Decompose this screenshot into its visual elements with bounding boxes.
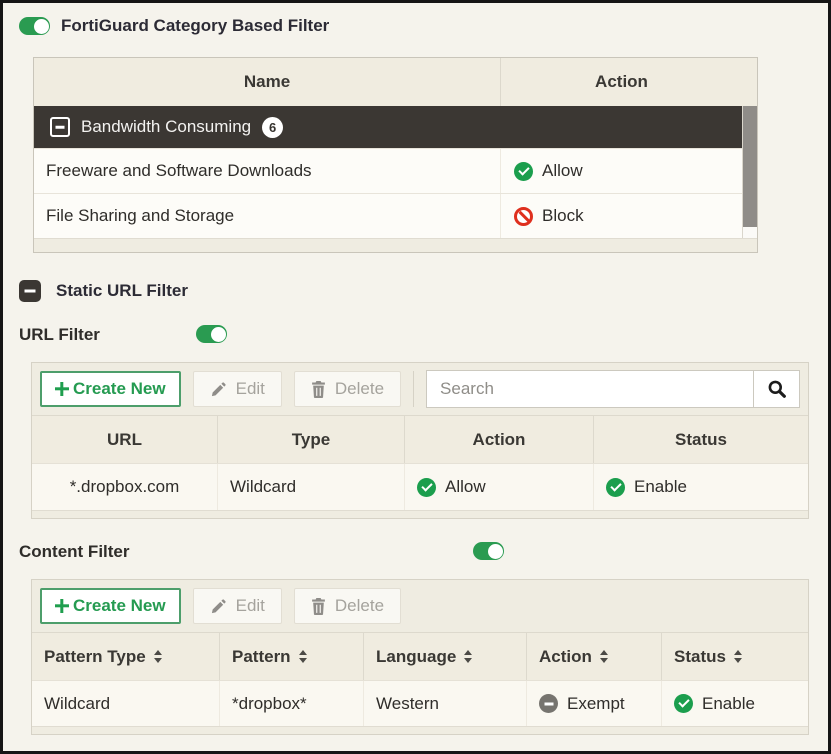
webfilter-profile-page: FortiGuard Category Based Filter Name Ac…: [0, 0, 831, 754]
url-cell: *.dropbox.com: [32, 464, 218, 510]
search-button[interactable]: [753, 371, 799, 407]
fortiguard-section-header: FortiGuard Category Based Filter: [19, 16, 828, 36]
content-table-header: Pattern Type Pattern Language Action Sta…: [32, 632, 808, 680]
delete-button[interactable]: Delete: [294, 371, 401, 407]
sort-icon[interactable]: [600, 650, 608, 663]
create-new-label: Create New: [73, 596, 166, 616]
pattern-cell: *dropbox*: [220, 681, 364, 726]
search-icon: [767, 379, 787, 399]
pencil-icon: [210, 598, 227, 615]
category-name: File Sharing and Storage: [34, 194, 501, 238]
scrollbar-thumb[interactable]: [743, 106, 757, 227]
column-header-pattern[interactable]: Pattern: [220, 633, 364, 680]
category-table: Name Action Bandwidth Consuming 6 Freewa…: [33, 57, 758, 253]
delete-label: Delete: [335, 596, 384, 616]
category-group-row[interactable]: Bandwidth Consuming 6: [34, 106, 742, 148]
edit-label: Edit: [236, 596, 265, 616]
allow-icon: [417, 478, 436, 497]
collapse-group-icon[interactable]: [50, 117, 70, 137]
content-filter-panel: Create New Edit Delete Pattern Type Patt…: [31, 579, 809, 735]
status-cell: Enable: [702, 694, 755, 714]
table-footer-strip: [32, 510, 808, 518]
action-cell: Exempt: [567, 694, 625, 714]
category-table-header: Name Action: [34, 58, 757, 106]
allow-icon: [514, 162, 533, 181]
action-cell: Allow: [445, 477, 486, 497]
column-header-status: Status: [594, 416, 808, 463]
block-icon: [514, 207, 533, 226]
fortiguard-toggle[interactable]: [19, 17, 50, 35]
trash-icon: [311, 598, 326, 615]
category-action: Allow: [542, 161, 583, 181]
category-action: Block: [542, 206, 584, 226]
column-header-status[interactable]: Status: [662, 633, 808, 680]
url-filter-toolbar: Create New Edit Delete: [32, 363, 808, 415]
column-header-url: URL: [32, 416, 218, 463]
edit-button[interactable]: Edit: [193, 371, 282, 407]
url-filter-label: URL Filter: [19, 325, 100, 344]
category-name: Freeware and Software Downloads: [34, 149, 501, 193]
content-filter-row: Content Filter: [19, 542, 828, 562]
column-header-type: Type: [218, 416, 405, 463]
plus-icon: [55, 382, 69, 396]
column-header-action[interactable]: Action: [527, 633, 662, 680]
column-header-action: Action: [501, 58, 742, 106]
column-header-action: Action: [405, 416, 594, 463]
sort-icon[interactable]: [734, 650, 742, 663]
edit-button[interactable]: Edit: [193, 588, 282, 624]
url-filter-table: URL Type Action Status *.dropbox.com Wil…: [32, 415, 808, 518]
enable-icon: [674, 694, 693, 713]
category-table-body: Bandwidth Consuming 6 Freeware and Softw…: [34, 106, 757, 238]
trash-icon: [311, 381, 326, 398]
pattern-type-cell: Wildcard: [32, 681, 220, 726]
column-header-pattern-type[interactable]: Pattern Type: [32, 633, 220, 680]
search-box: [426, 370, 800, 408]
table-footer-strip: [32, 726, 808, 734]
language-cell: Western: [364, 681, 527, 726]
column-header-language[interactable]: Language: [364, 633, 527, 680]
url-filter-row: URL Filter: [19, 325, 828, 345]
create-new-button[interactable]: Create New: [40, 588, 181, 624]
content-filter-label: Content Filter: [19, 542, 130, 561]
content-filter-table: Pattern Type Pattern Language Action Sta…: [32, 632, 808, 734]
search-input[interactable]: [427, 371, 753, 407]
delete-label: Delete: [335, 379, 384, 399]
static-url-section-title: Static URL Filter: [56, 281, 188, 301]
enable-icon: [606, 478, 625, 497]
toolbar-divider: [413, 371, 414, 407]
table-row[interactable]: File Sharing and Storage Block: [34, 193, 742, 238]
sort-icon[interactable]: [464, 650, 472, 663]
plus-icon: [55, 599, 69, 613]
table-footer-strip: [34, 238, 757, 252]
sort-icon[interactable]: [299, 650, 307, 663]
url-table-header: URL Type Action Status: [32, 415, 808, 463]
edit-label: Edit: [236, 379, 265, 399]
content-filter-toggle[interactable]: [473, 542, 504, 560]
content-filter-toolbar: Create New Edit Delete: [32, 580, 808, 632]
collapse-section-icon[interactable]: [19, 280, 41, 302]
delete-button[interactable]: Delete: [294, 588, 401, 624]
table-row[interactable]: Freeware and Software Downloads Allow: [34, 148, 742, 193]
fortiguard-section-title: FortiGuard Category Based Filter: [61, 16, 329, 36]
category-count-badge: 6: [262, 117, 283, 138]
sort-icon[interactable]: [154, 650, 162, 663]
category-group-label: Bandwidth Consuming: [81, 117, 251, 137]
pencil-icon: [210, 381, 227, 398]
exempt-icon: [539, 694, 558, 713]
vertical-scrollbar[interactable]: [742, 106, 757, 238]
url-filter-panel: Create New Edit Delete URL Type: [31, 362, 809, 519]
type-cell: Wildcard: [218, 464, 405, 510]
create-new-label: Create New: [73, 379, 166, 399]
static-url-section-header: Static URL Filter: [19, 280, 828, 302]
status-cell: Enable: [634, 477, 687, 497]
create-new-button[interactable]: Create New: [40, 371, 181, 407]
table-row[interactable]: Wildcard *dropbox* Western Exempt Enable: [32, 680, 808, 726]
url-filter-toggle[interactable]: [196, 325, 227, 343]
column-header-name: Name: [34, 58, 501, 106]
table-row[interactable]: *.dropbox.com Wildcard Allow Enable: [32, 463, 808, 510]
